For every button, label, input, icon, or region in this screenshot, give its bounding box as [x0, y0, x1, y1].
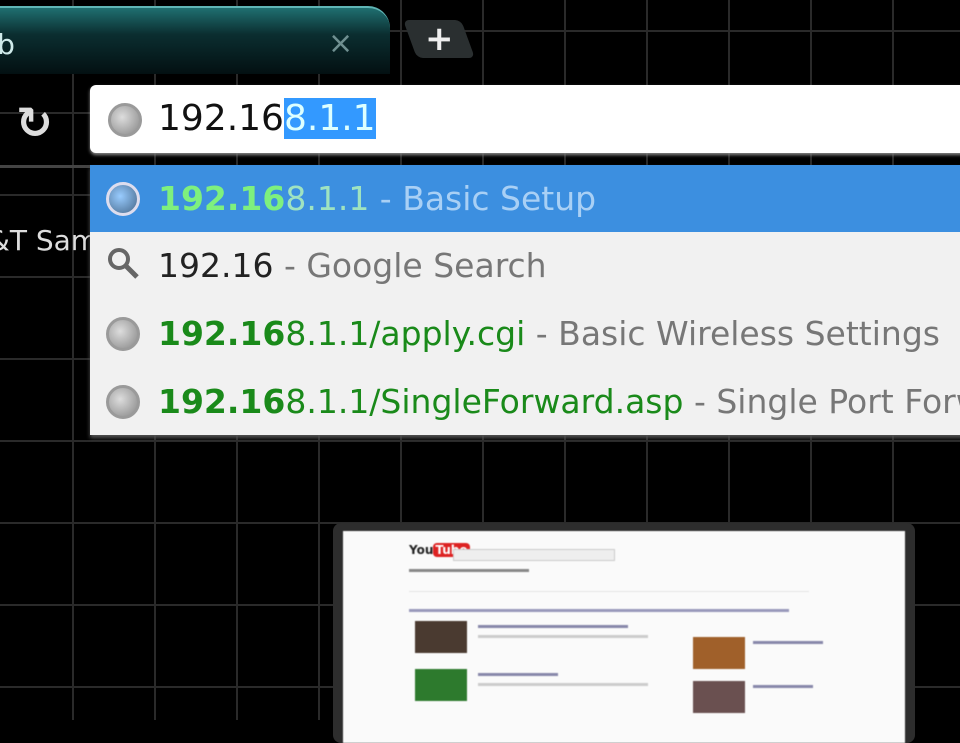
url-text: 8.1.1/SingleForward.asp: [285, 382, 684, 421]
suggestion-item[interactable]: 192.16 - Google Search: [90, 232, 960, 299]
page-thumbnail[interactable]: You Tube: [333, 523, 915, 743]
match-text: 192.16: [158, 246, 274, 285]
browser-tab[interactable]: ab ×: [0, 6, 390, 74]
divider: [0, 165, 90, 168]
match-text: 192.16: [158, 382, 286, 421]
description-text: - Single Port Forw: [683, 382, 960, 421]
match-text: 192.16: [158, 179, 286, 218]
suggestion-item[interactable]: 192.168.1.1/apply.cgi - Basic Wireless S…: [90, 300, 960, 367]
globe-icon: [106, 385, 140, 419]
url-text: 8.1.1: [285, 179, 370, 218]
search-icon: [108, 248, 139, 279]
bookmark-item[interactable]: &T Sam: [0, 224, 98, 257]
suggestion-item[interactable]: 192.168.1.1 - Basic Setup: [90, 165, 960, 232]
url-text: 8.1.1/apply.cgi: [285, 314, 526, 353]
address-input[interactable]: 192.168.1.1: [158, 97, 376, 141]
close-icon[interactable]: ×: [328, 26, 353, 61]
description-text: - Google Search: [273, 246, 547, 285]
autocomplete-selection: 8.1.1: [283, 98, 376, 139]
suggestion-dropdown: 192.168.1.1 - Basic Setup 192.16 - Googl…: [90, 165, 960, 435]
reload-icon[interactable]: ↻: [16, 98, 53, 149]
match-text: 192.16: [158, 314, 286, 353]
typed-text: 192.16: [158, 98, 284, 139]
globe-icon: [108, 103, 142, 137]
suggestion-item[interactable]: 192.168.1.1/SingleForward.asp - Single P…: [90, 368, 960, 435]
globe-icon: [106, 317, 140, 351]
tab-title: ab: [0, 28, 15, 61]
plus-icon: +: [424, 19, 454, 59]
description-text: - Basic Setup: [369, 179, 597, 218]
description-text: - Basic Wireless Settings: [525, 314, 940, 353]
thumbnail-content: You Tube: [343, 531, 905, 743]
address-bar[interactable]: 192.168.1.1: [90, 85, 960, 153]
globe-icon: [106, 182, 140, 216]
